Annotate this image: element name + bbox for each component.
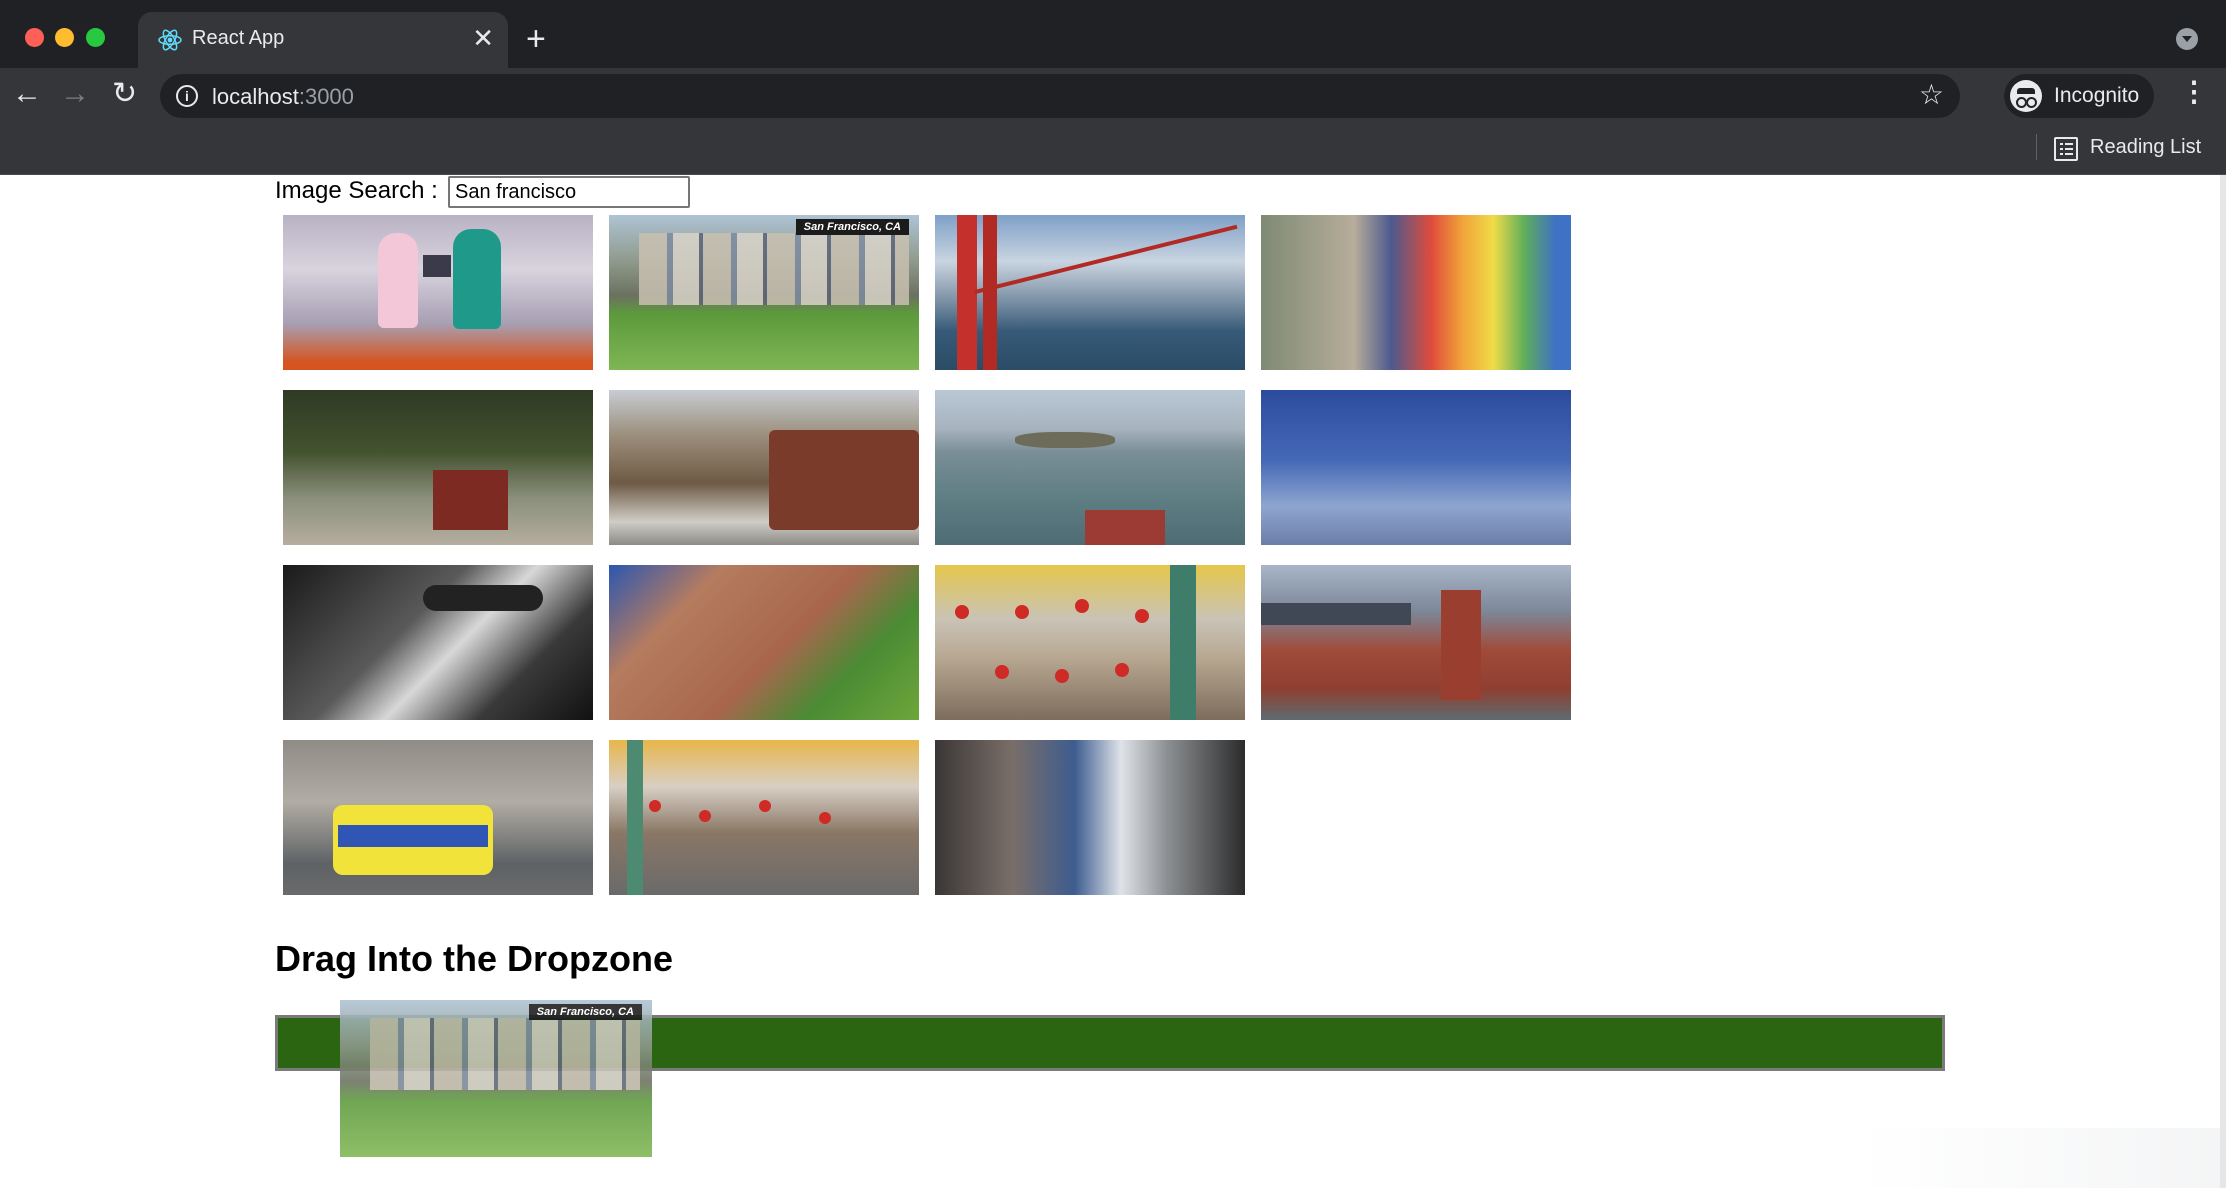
- new-tab-button[interactable]: +: [526, 22, 546, 56]
- image-result[interactable]: [609, 740, 919, 895]
- profile-label: Incognito: [2054, 84, 2140, 107]
- image-search-input[interactable]: [448, 176, 690, 208]
- image-result[interactable]: [1261, 565, 1571, 720]
- image-result[interactable]: [283, 215, 593, 370]
- url-host: localhost: [212, 84, 299, 109]
- maximize-window-button[interactable]: [86, 28, 105, 47]
- react-logo-icon: [158, 29, 182, 51]
- bookmark-star-icon[interactable]: ☆: [1919, 80, 1944, 110]
- back-arrow-icon[interactable]: ←: [12, 76, 42, 112]
- reading-list-label[interactable]: Reading List: [2090, 136, 2201, 159]
- image-result[interactable]: [935, 565, 1245, 720]
- browser-tab[interactable]: React App ✕: [138, 12, 508, 68]
- url-port: :3000: [298, 84, 354, 109]
- site-info-icon[interactable]: i: [176, 85, 198, 107]
- address-bar[interactable]: i localhost:3000 ☆: [160, 74, 1960, 118]
- url-text[interactable]: localhost:3000: [212, 84, 354, 110]
- image-result[interactable]: [609, 390, 919, 545]
- minimize-window-button[interactable]: [55, 28, 74, 47]
- image-result[interactable]: [935, 390, 1245, 545]
- incognito-profile-button[interactable]: Incognito: [2004, 74, 2154, 118]
- tab-strip: React App ✕ +: [0, 0, 2226, 68]
- page-viewport: Image Search : San Francisco, CA: [0, 175, 2220, 1188]
- image-result[interactable]: [1261, 215, 1571, 370]
- image-result[interactable]: San Francisco, CA: [609, 215, 919, 370]
- image-result[interactable]: [283, 740, 593, 895]
- image-caption-overlay: San Francisco, CA: [795, 219, 909, 235]
- image-result[interactable]: [283, 390, 593, 545]
- image-result[interactable]: [935, 215, 1245, 370]
- reading-list-icon[interactable]: [2054, 137, 2078, 161]
- dragged-image-preview[interactable]: San Francisco, CA: [340, 1000, 652, 1157]
- image-caption-overlay: San Francisco, CA: [528, 1004, 642, 1020]
- forward-arrow-icon[interactable]: →: [60, 76, 90, 112]
- image-result[interactable]: [609, 565, 919, 720]
- dropzone-heading: Drag Into the Dropzone: [275, 938, 673, 979]
- background-gradient: [1860, 1128, 2220, 1188]
- tab-search-icon[interactable]: [2176, 28, 2198, 50]
- browser-toolbar: ← → ↻ i localhost:3000 ☆ Incognito ⋮: [0, 68, 2226, 124]
- reload-icon[interactable]: ↻: [112, 76, 137, 112]
- image-result[interactable]: [935, 740, 1245, 895]
- close-window-button[interactable]: [25, 28, 44, 47]
- bookmarks-divider: [2036, 134, 2037, 160]
- close-tab-icon[interactable]: ✕: [472, 23, 494, 53]
- browser-menu-icon[interactable]: ⋮: [2180, 74, 2208, 110]
- incognito-icon: [2010, 80, 2042, 112]
- image-search-label: Image Search :: [275, 177, 438, 204]
- bookmarks-bar: Reading List: [0, 124, 2226, 175]
- image-result[interactable]: [1261, 390, 1571, 545]
- tab-title: React App: [192, 27, 285, 49]
- window-edge: [2220, 175, 2226, 1188]
- image-result[interactable]: [283, 565, 593, 720]
